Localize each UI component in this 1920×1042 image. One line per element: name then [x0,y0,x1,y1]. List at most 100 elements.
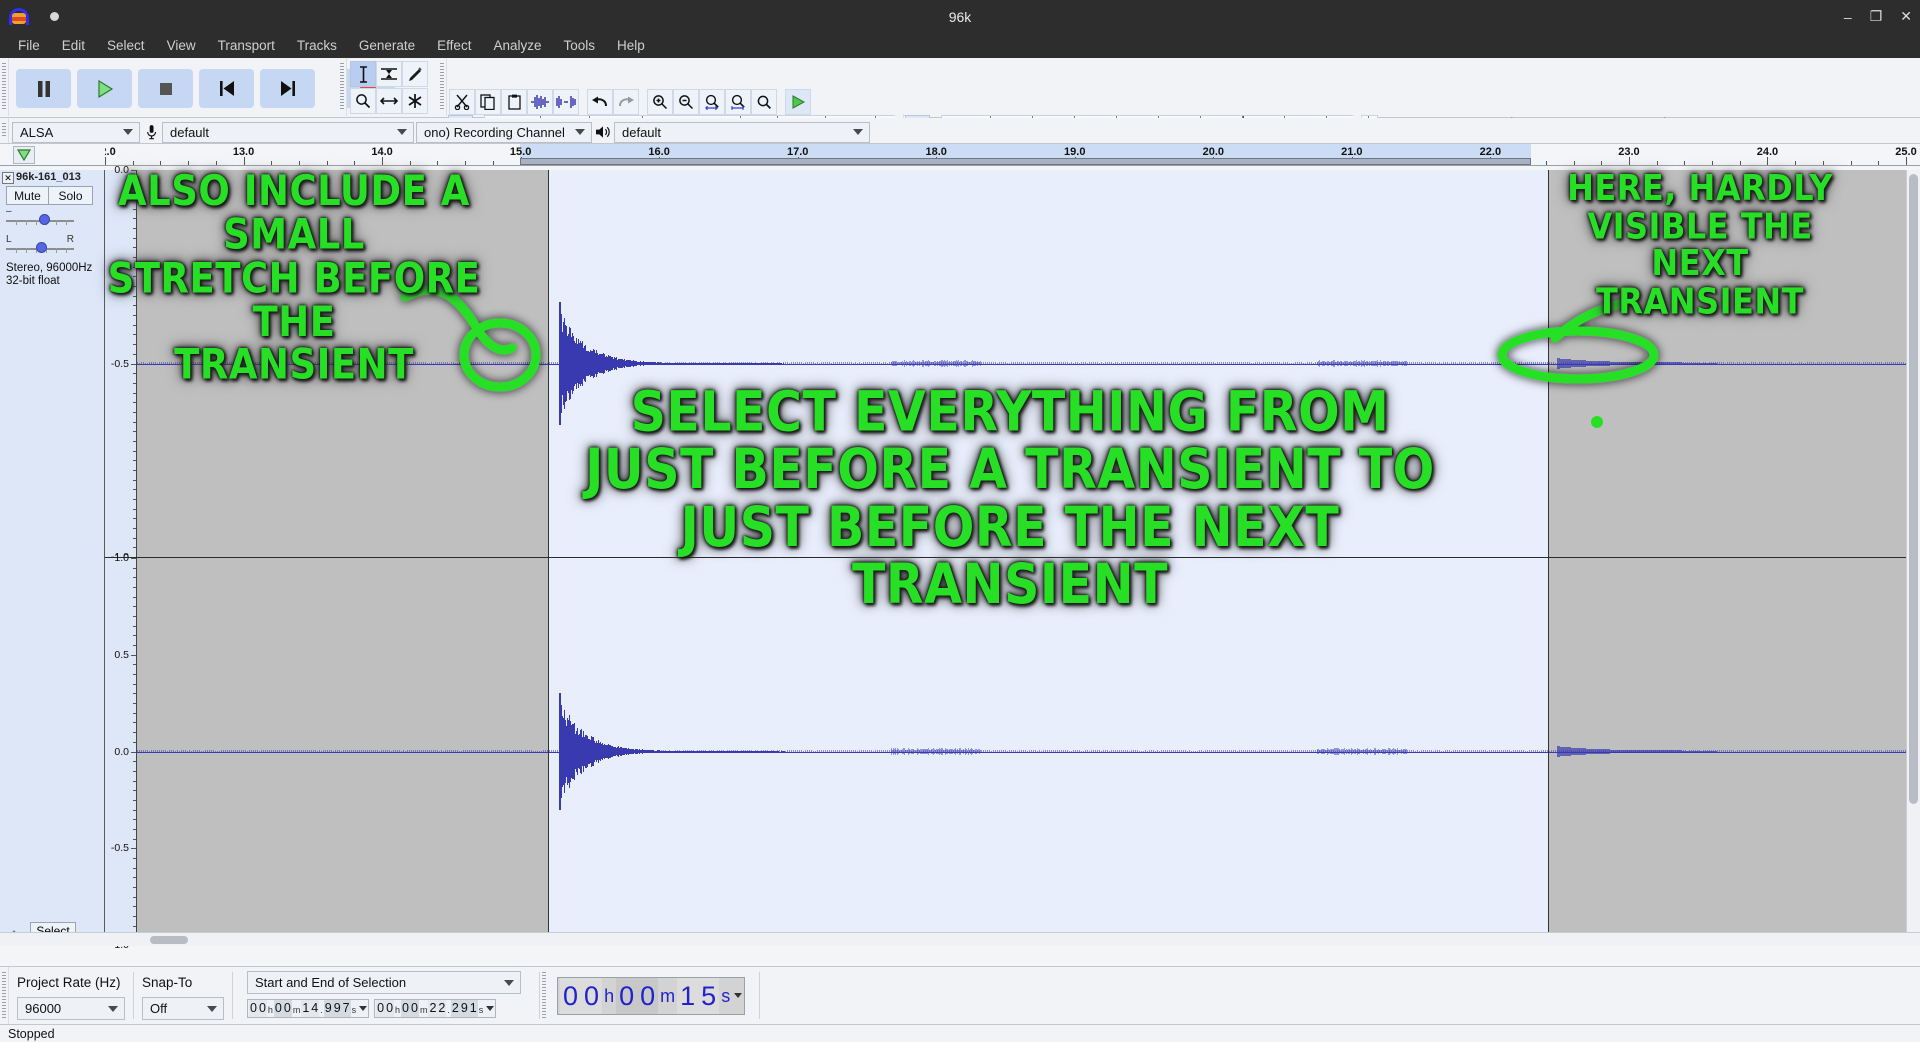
status-bar: Stopped [0,1024,1920,1042]
menu-help[interactable]: Help [607,35,655,56]
device-toolbar-grip[interactable] [0,118,9,143]
recording-device-combo[interactable]: default [162,122,414,143]
audio-position-field[interactable]: 00h 00m 15s [557,977,745,1015]
pos-ss-2: 5 [698,978,719,1014]
skip-to-start-button[interactable] [199,69,254,108]
close-button[interactable]: ✕ [1900,8,1912,25]
play-button[interactable] [77,69,132,108]
project-rate-combo[interactable]: 96000 [17,997,125,1020]
pos-hh-1: 0 [560,978,581,1014]
zoom-toggle-button[interactable] [751,89,777,115]
sel-start-s-unit: s [351,1003,358,1017]
tools-toolbar-grip[interactable] [338,58,347,116]
transport-toolbar-grip[interactable] [0,58,9,116]
track-control-panel[interactable]: ✕ 96k-161_013 Mute Solo – L R [0,170,105,945]
redo-button[interactable] [613,89,639,115]
horizontal-scrollbar-thumb[interactable] [150,936,188,944]
waveform-right-channel[interactable] [137,558,1920,945]
ruler-selection-handle[interactable] [520,158,1530,165]
chevron-down-icon [108,1006,118,1012]
selection-mode-combo[interactable]: Start and End of Selection [247,971,521,994]
minimize-button[interactable]: – [1844,9,1852,25]
snap-to-combo[interactable]: Off [142,997,224,1020]
tools-toolbar [350,61,428,114]
ruler-tick-label: 17.0 [787,146,808,158]
fit-project-button[interactable] [725,89,751,115]
draw-tool[interactable] [402,61,428,87]
play-cut-preview-button[interactable] [785,89,811,115]
cut-button[interactable] [449,89,475,115]
sel-end-hh-2: 0 [385,1000,394,1017]
toolbar-dock: LR -54-48-48-12-60Click to Start Monitor… [0,58,1920,118]
vertical-ruler-right-channel: 1.00.50.0-0.5-1.0 [105,558,137,945]
audio-host-combo[interactable]: ALSA [12,122,140,143]
zoom-out-button[interactable] [673,89,699,115]
ruler-tick-label: 24.0 [1757,146,1778,158]
sel-start-spinner-icon[interactable] [359,1006,367,1011]
undo-button[interactable] [587,89,613,115]
vertical-ruler-left-channel: 0.0-0.5-1.0 [105,170,137,557]
selection-boundary[interactable] [548,170,549,557]
selection-boundary[interactable] [548,558,549,945]
track-close-button[interactable]: ✕ [2,172,14,184]
window-menu-dot-icon[interactable] [50,12,59,21]
selection-boundary[interactable] [1548,558,1549,945]
track-gain-slider[interactable]: – [6,212,74,228]
sel-end-spinner-icon[interactable] [486,1006,494,1011]
waveform-left-channel[interactable] [137,170,1920,557]
audio-position-spinner-icon[interactable] [734,993,742,998]
sel-start-hh-1: 0 [249,1000,258,1017]
sel-start-m-unit: m [292,1003,302,1017]
track-name[interactable]: 96k-161_013 [16,171,81,183]
pan-slider-thumb[interactable] [36,242,47,253]
time-toolbar-grip[interactable] [540,967,549,1024]
track-pan-slider[interactable]: L R [6,240,74,256]
zoom-in-button[interactable] [647,89,673,115]
pinned-play-head-button[interactable] [13,146,35,164]
copy-button[interactable] [475,89,501,115]
menu-tracks[interactable]: Tracks [287,35,347,56]
selection-tool[interactable] [350,61,376,87]
vertical-scrollbar[interactable] [1906,170,1920,932]
playback-device-combo[interactable]: default [614,122,870,143]
pause-button[interactable] [16,69,71,108]
menu-select[interactable]: Select [97,35,155,56]
menu-file[interactable]: File [8,35,50,56]
stop-button[interactable] [138,69,193,108]
solo-button[interactable]: Solo [49,186,93,205]
sel-end-mm-1: 0 [401,1000,410,1017]
menu-generate[interactable]: Generate [349,35,425,56]
selection-end-field[interactable]: 00h 00m 22. 291s [374,999,496,1018]
menu-effect[interactable]: Effect [427,35,481,56]
gain-slider-thumb[interactable] [39,214,50,225]
menu-tools[interactable]: Tools [553,35,605,56]
selection-boundary[interactable] [1548,170,1549,557]
vertical-ruler-label: 0.5 [114,649,129,661]
envelope-tool[interactable] [376,61,402,87]
multi-tool[interactable] [402,88,428,114]
mute-button[interactable]: Mute [6,186,49,205]
menu-view[interactable]: View [157,35,206,56]
fit-selection-button[interactable] [699,89,725,115]
zoom-tool[interactable] [350,88,376,114]
trim-audio-button[interactable] [527,89,553,115]
horizontal-scrollbar[interactable] [0,932,1920,946]
menu-edit[interactable]: Edit [52,35,95,56]
recording-channels-combo[interactable]: ono) Recording Channel [416,122,592,143]
time-shift-tool[interactable] [376,88,402,114]
silence-audio-button[interactable] [553,89,579,115]
paste-button[interactable] [501,89,527,115]
selection-start-field[interactable]: 00h 00m 14. 997s [247,999,369,1018]
menu-transport[interactable]: Transport [208,35,285,56]
record-meter-grip[interactable] [438,58,447,116]
device-toolbar-dock: ALSA default ono) Recording Channel defa… [0,118,1920,144]
title-bar: 96k – ❐ ✕ [0,0,1920,33]
maximize-button[interactable]: ❐ [1870,8,1883,25]
ruler-tick-label: 13.0 [233,146,254,158]
timeline-ruler[interactable]: 12.013.014.015.016.017.018.019.020.021.0… [105,144,1920,165]
sel-start-mm-1: 0 [274,1000,283,1017]
menu-analyze[interactable]: Analyze [483,35,551,56]
vertical-scrollbar-thumb[interactable] [1909,174,1918,804]
selection-toolbar-grip[interactable] [0,967,9,1024]
skip-to-end-button[interactable] [260,69,315,108]
